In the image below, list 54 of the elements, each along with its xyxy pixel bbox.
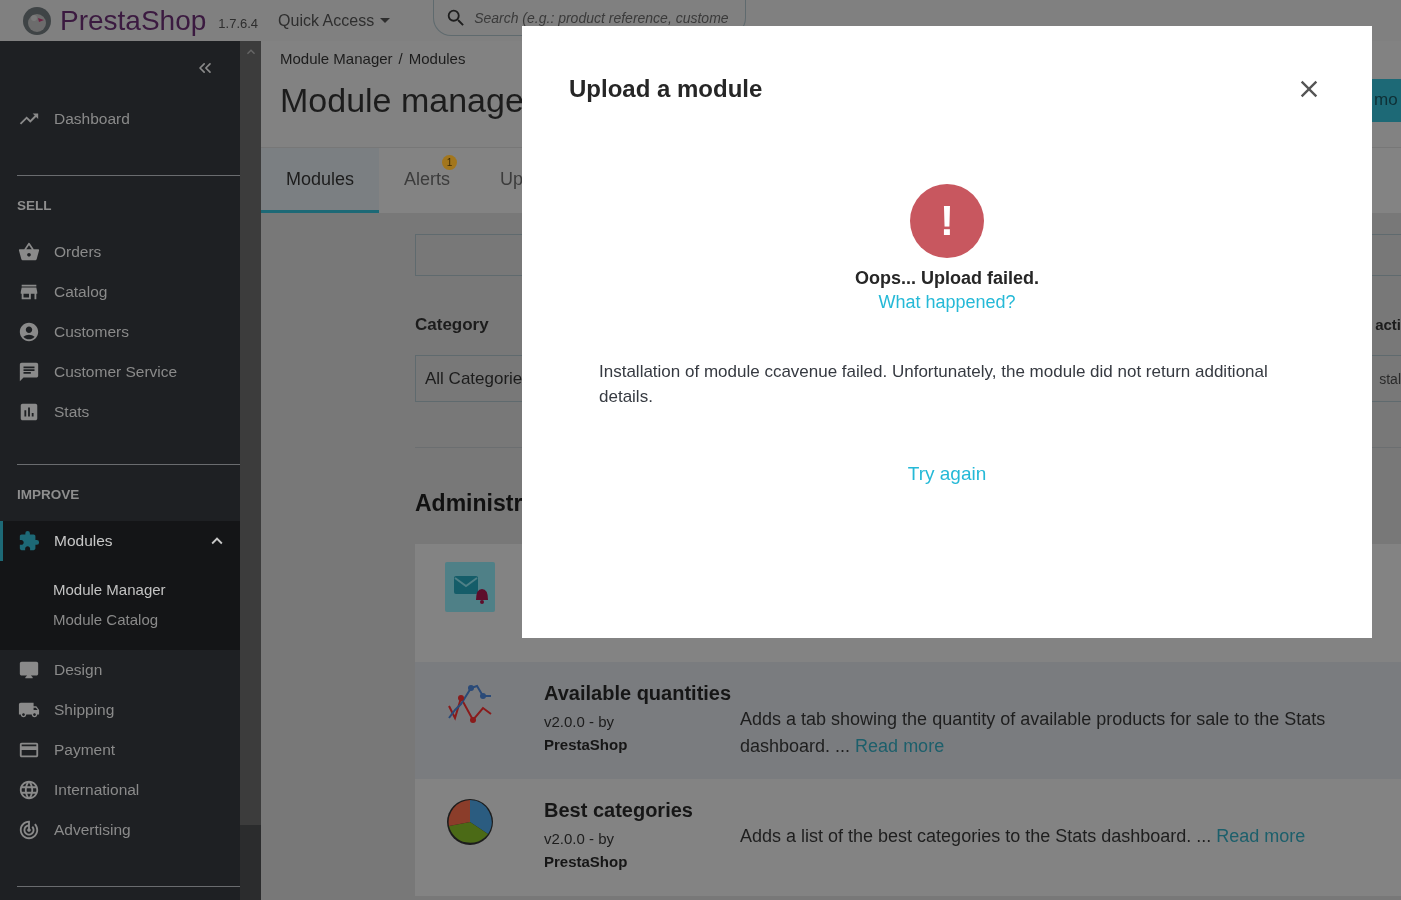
sidebar-item[interactable]: Design (0, 650, 240, 690)
error-heading: Oops... Upload failed. (855, 267, 1039, 289)
section-title: Administr (415, 489, 524, 518)
brand-name[interactable]: PrestaShop (60, 4, 207, 37)
filter-label: Category (415, 315, 489, 335)
tab[interactable]: Up (475, 148, 524, 213)
module-name: Best categories (544, 798, 694, 823)
sidebar-item[interactable]: Catalog (0, 272, 240, 312)
sidebar-item[interactable]: Customers (0, 312, 240, 352)
module-version: v2.0.0 - by (544, 829, 616, 849)
tab[interactable]: Alerts 1 (379, 148, 476, 213)
sidebar-item[interactable]: Dashboard (0, 95, 240, 143)
sidebar-item[interactable]: Stats (0, 392, 240, 432)
mail-bell-icon (445, 562, 495, 612)
breadcrumb-link[interactable]: Modules (408, 50, 466, 68)
globe-icon (18, 779, 40, 801)
user-icon (18, 321, 40, 343)
target-icon (18, 819, 40, 841)
module-description: Adds a list of the best categories to the Stats dashboard. ... Read more (740, 825, 1307, 848)
module-description: Adds a tab showing the quantity of available products for sale to the Stats dashboard. ... Read more (740, 708, 1327, 758)
page-title: Module manage (280, 80, 524, 121)
chat-icon (18, 361, 40, 383)
module-version: v2.0.0 - by (544, 712, 616, 732)
module-author: PrestaShop (544, 852, 629, 872)
section-heading: IMPROVE (16, 486, 81, 504)
sidebar-item[interactable]: Advertising (0, 810, 240, 850)
monitor-icon (18, 659, 40, 681)
bar-chart-icon (18, 401, 40, 423)
sidebar-item[interactable]: Shipping (0, 690, 240, 730)
count-badge: 1 (442, 155, 458, 170)
version-label: 1.7.6.4 (218, 16, 259, 31)
pie-chart-icon (445, 797, 495, 847)
module-author: PrestaShop (544, 735, 629, 755)
submenu-item[interactable]: Module Catalog (0, 604, 240, 634)
sidebar-item[interactable]: Orders (0, 232, 240, 272)
quick-access-button[interactable]: Quick Access (278, 11, 391, 30)
breadcrumb-separator: / (398, 50, 403, 68)
basket-icon (18, 241, 40, 263)
submenu-item[interactable]: Module Manager (0, 574, 240, 604)
sidebar-item[interactable]: International (0, 770, 240, 810)
error-badge: ! (910, 184, 984, 258)
scrollbar-thumb[interactable] (240, 41, 261, 825)
section-heading: SELL (16, 197, 53, 215)
tab[interactable]: Modules (261, 148, 380, 213)
sidebar-item[interactable]: Payment (0, 730, 240, 770)
search-field[interactable]: Search (e.g.: product reference, custome (433, 0, 747, 36)
puzzle-icon (18, 530, 40, 552)
sidebar-item[interactable]: Customer Service (0, 352, 240, 392)
caret-icon (380, 18, 391, 23)
error-message: Installation of module ccavenue failed. Unfortunately, the module did not return additional details. (599, 361, 1269, 408)
breadcrumb-link[interactable]: Module Manager (280, 50, 393, 68)
filter-label: acti (1375, 315, 1401, 335)
module-name: Available quantities (544, 681, 733, 706)
dialog-title: Upload a module (569, 74, 763, 104)
